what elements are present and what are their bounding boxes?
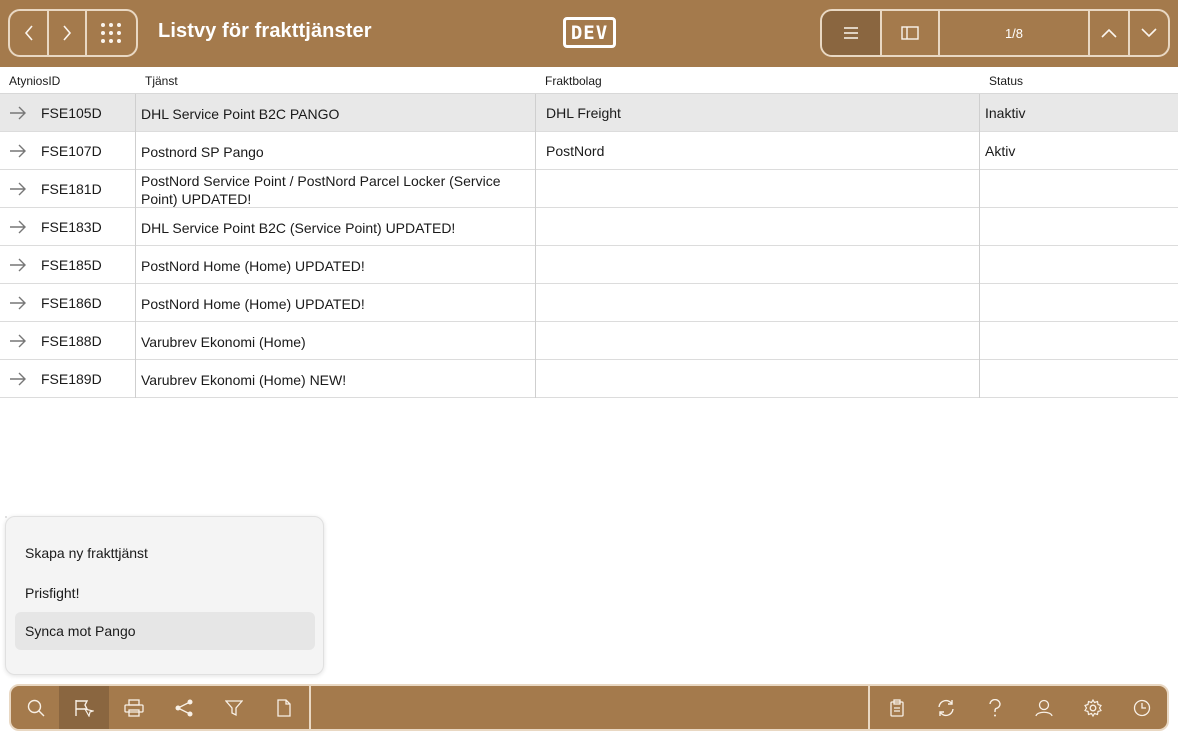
cell-id: FSE105D bbox=[41, 105, 102, 121]
table-row[interactable]: FSE188D Varubrev Ekonomi (Home) bbox=[0, 322, 1178, 360]
table-row[interactable]: FSE186D PostNord Home (Home) UPDATED! bbox=[0, 284, 1178, 322]
dev-environment-logo: DEV bbox=[563, 17, 616, 48]
arrow-right-icon[interactable] bbox=[9, 143, 27, 159]
help-icon bbox=[989, 698, 1001, 716]
document-button[interactable] bbox=[259, 686, 309, 729]
menu-item-create-shipping-service[interactable]: Skapa ny frakttjänst bbox=[15, 534, 315, 572]
arrow-right-icon[interactable] bbox=[9, 371, 27, 387]
app-window: Listvy för frakttjänster DEV 1/8 Atynios… bbox=[0, 0, 1178, 734]
back-button[interactable] bbox=[10, 11, 47, 55]
form-view-button[interactable] bbox=[880, 11, 938, 55]
cell-service: PostNord Home (Home) UPDATED! bbox=[141, 258, 365, 274]
chevron-left-icon bbox=[24, 25, 33, 41]
print-button[interactable] bbox=[109, 686, 159, 729]
arrow-right-icon[interactable] bbox=[9, 219, 27, 235]
list-view-icon bbox=[844, 27, 858, 39]
cell-id: FSE183D bbox=[41, 219, 102, 235]
clipboard-icon bbox=[890, 698, 904, 717]
column-divider bbox=[535, 94, 536, 398]
filter-button[interactable] bbox=[209, 686, 259, 729]
cell-id: FSE107D bbox=[41, 143, 102, 159]
sync-button[interactable] bbox=[921, 686, 971, 729]
cell-carrier: DHL Freight bbox=[546, 105, 621, 121]
search-button[interactable] bbox=[11, 686, 61, 729]
menu-item-prisfight[interactable]: Prisfight! bbox=[15, 574, 315, 612]
next-record-button[interactable] bbox=[1128, 11, 1168, 55]
cell-id: FSE188D bbox=[41, 333, 102, 349]
chevron-up-icon bbox=[1101, 28, 1117, 38]
table-row[interactable]: FSE189D Varubrev Ekonomi (Home) NEW! bbox=[0, 360, 1178, 398]
apps-menu-button[interactable] bbox=[84, 11, 136, 55]
list-view-button[interactable] bbox=[822, 11, 880, 55]
column-header-atyniosid[interactable]: AtyniosID bbox=[9, 74, 60, 88]
grid-icon bbox=[101, 23, 122, 43]
table-row[interactable]: FSE185D PostNord Home (Home) UPDATED! bbox=[0, 246, 1178, 284]
share-icon bbox=[175, 699, 193, 716]
arrow-right-icon[interactable] bbox=[9, 181, 27, 197]
navigation-group bbox=[8, 9, 138, 57]
cell-id: FSE186D bbox=[41, 295, 102, 311]
cell-id: FSE189D bbox=[41, 371, 102, 387]
cell-id: FSE181D bbox=[41, 181, 102, 197]
arrow-right-icon[interactable] bbox=[9, 333, 27, 349]
cell-status: Inaktiv bbox=[985, 105, 1026, 121]
arrow-right-icon[interactable] bbox=[9, 295, 27, 311]
toolbar-divider bbox=[868, 686, 870, 729]
cell-id: FSE185D bbox=[41, 257, 102, 273]
cell-service: Postnord SP Pango bbox=[141, 144, 264, 160]
toolbar-divider bbox=[309, 686, 311, 729]
settings-button[interactable] bbox=[1068, 686, 1118, 729]
cell-service: Varubrev Ekonomi (Home) NEW! bbox=[141, 372, 347, 388]
table-row[interactable]: FSE105D DHL Service Point B2C PANGO DHL … bbox=[0, 94, 1178, 132]
form-view-icon bbox=[901, 26, 919, 40]
user-icon bbox=[1035, 699, 1053, 716]
history-icon bbox=[1133, 699, 1151, 716]
action-flag-icon bbox=[75, 699, 94, 717]
cell-service: Varubrev Ekonomi (Home) bbox=[141, 334, 306, 350]
cell-service: PostNord Service Point / PostNord Parcel… bbox=[141, 173, 501, 207]
top-bar: Listvy för frakttjänster DEV 1/8 bbox=[0, 0, 1178, 67]
column-header-tjanst[interactable]: Tjänst bbox=[145, 74, 178, 88]
column-divider bbox=[135, 94, 136, 398]
column-divider bbox=[979, 94, 980, 398]
search-icon bbox=[27, 699, 45, 716]
previous-record-button[interactable] bbox=[1088, 11, 1128, 55]
help-button[interactable] bbox=[970, 686, 1020, 729]
chevron-down-icon bbox=[1141, 28, 1157, 38]
chevron-right-icon bbox=[63, 25, 72, 41]
arrow-right-icon[interactable] bbox=[9, 105, 27, 121]
document-icon bbox=[277, 698, 291, 717]
sync-icon bbox=[938, 699, 954, 716]
user-button[interactable] bbox=[1019, 686, 1069, 729]
share-button[interactable] bbox=[159, 686, 209, 729]
cell-service: DHL Service Point B2C PANGO bbox=[141, 106, 340, 122]
column-header-status[interactable]: Status bbox=[989, 74, 1023, 88]
arrow-right-icon[interactable] bbox=[9, 257, 27, 273]
menu-item-sync-pango[interactable]: Synca mot Pango bbox=[15, 612, 315, 650]
record-counter: 1/8 bbox=[938, 11, 1088, 55]
clipboard-button[interactable] bbox=[872, 686, 922, 729]
table-row[interactable]: FSE183D DHL Service Point B2C (Service P… bbox=[0, 208, 1178, 246]
popup-pointer bbox=[5, 516, 7, 518]
cell-carrier: PostNord bbox=[546, 143, 605, 159]
print-icon bbox=[124, 698, 144, 717]
actions-button[interactable] bbox=[59, 686, 109, 729]
filter-icon bbox=[225, 699, 243, 716]
table-row[interactable]: FSE107D Postnord SP Pango PostNord Aktiv bbox=[0, 132, 1178, 170]
cell-service: DHL Service Point B2C (Service Point) UP… bbox=[141, 220, 456, 236]
table-row[interactable]: FSE181D PostNord Service Point / PostNor… bbox=[0, 170, 1178, 208]
view-controls: 1/8 bbox=[820, 9, 1170, 57]
settings-icon bbox=[1084, 698, 1102, 717]
page-title: Listvy för frakttjänster bbox=[158, 20, 372, 42]
forward-button[interactable] bbox=[47, 11, 84, 55]
column-header-fraktbolag[interactable]: Fraktbolag bbox=[545, 74, 602, 88]
table-header: AtyniosID Tjänst Fraktbolag Status bbox=[0, 67, 1178, 94]
cell-service: PostNord Home (Home) UPDATED! bbox=[141, 296, 365, 312]
actions-popup-menu: Skapa ny frakttjänst Prisfight! Synca mo… bbox=[5, 516, 324, 675]
cell-status: Aktiv bbox=[985, 143, 1016, 159]
bottom-toolbar bbox=[9, 684, 1169, 731]
history-button[interactable] bbox=[1117, 686, 1167, 729]
